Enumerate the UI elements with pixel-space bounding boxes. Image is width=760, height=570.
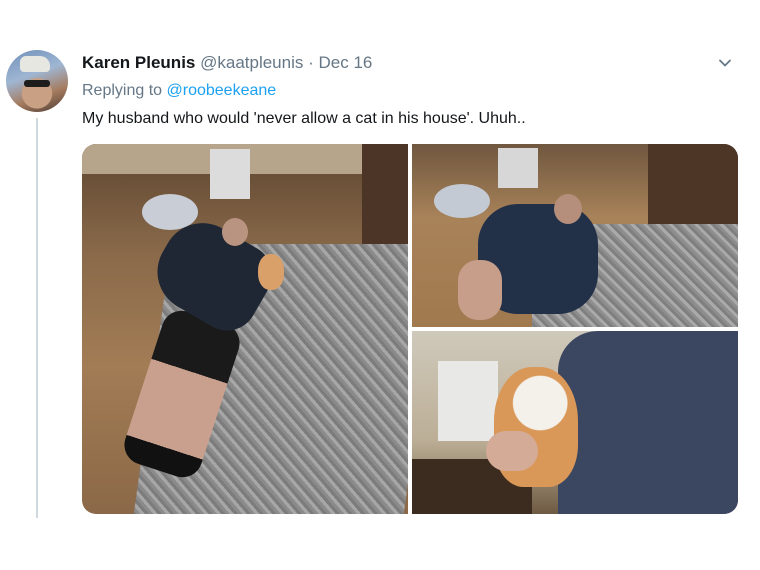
- tweet-date[interactable]: Dec 16: [319, 53, 373, 72]
- photo-man-head: [554, 194, 582, 224]
- photo-cat-bed: [434, 184, 490, 218]
- photo-kitten: [258, 254, 284, 290]
- reply-prefix: Replying to: [82, 82, 163, 99]
- photo-cat-carrier: [498, 148, 538, 188]
- photo-sofa: [362, 144, 408, 244]
- tweet-header: Karen Pleunis @kaatpleunis · Dec 16: [82, 53, 372, 73]
- photo-hand: [486, 431, 538, 471]
- photo-man-head: [222, 218, 248, 246]
- photo-kitten-closeup[interactable]: [412, 331, 738, 514]
- tweet[interactable]: Karen Pleunis @kaatpleunis · Dec 16 Repl…: [0, 0, 760, 570]
- author-handle[interactable]: @kaatpleunis: [200, 53, 303, 72]
- thread-line: [36, 118, 38, 518]
- photo-cat-carrier: [210, 149, 250, 199]
- photo-sweater: [558, 331, 738, 514]
- photo-man-lying-on-rug[interactable]: [82, 144, 408, 514]
- reply-context: Replying to @roobeekeane: [82, 82, 276, 100]
- author-name[interactable]: Karen Pleunis: [82, 53, 195, 72]
- media-grid: [82, 144, 738, 514]
- tweet-text: My husband who would 'never allow a cat …: [82, 110, 526, 127]
- photo-sofa: [648, 144, 738, 224]
- photo-fridge: [438, 361, 498, 441]
- avatar-sunglasses: [24, 80, 50, 87]
- avatar-hat: [20, 56, 50, 72]
- separator-dot: ·: [308, 53, 314, 72]
- chevron-down-icon[interactable]: [718, 56, 732, 70]
- photo-man-knee: [458, 260, 502, 320]
- reply-mention-link[interactable]: @roobeekeane: [167, 82, 277, 99]
- photo-man-sitting-on-rug[interactable]: [412, 144, 738, 327]
- avatar[interactable]: [6, 50, 68, 112]
